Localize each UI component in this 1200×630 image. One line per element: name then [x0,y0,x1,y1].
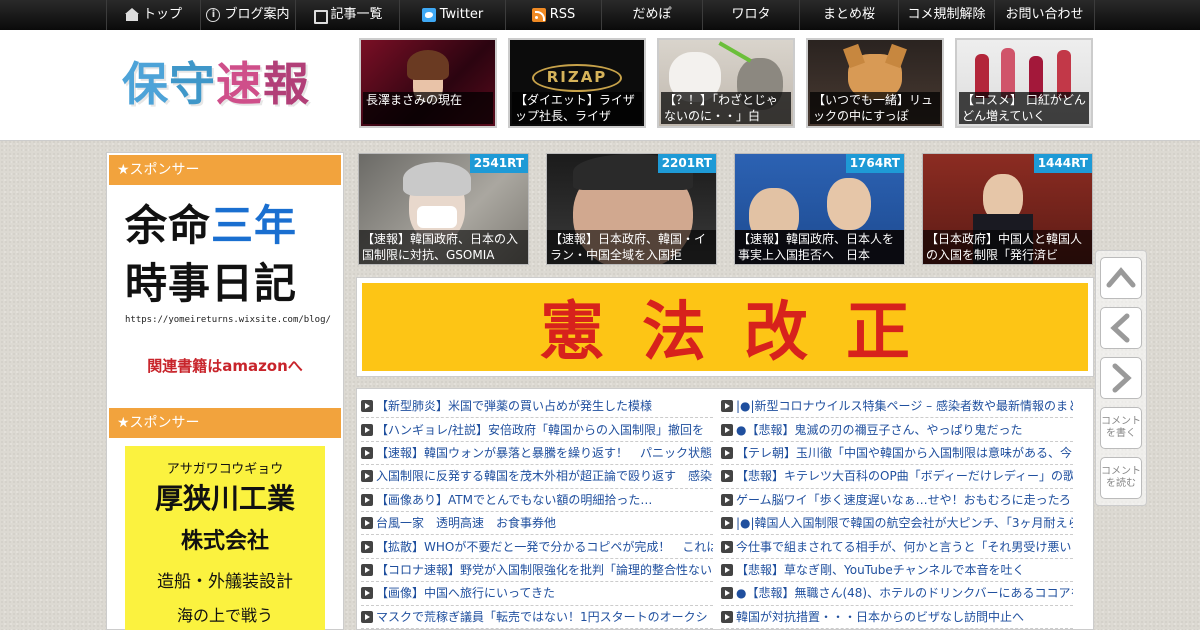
list-item[interactable]: マスクで荒稼ぎ議員「転売ではない！1円スタートのオークシ [361,606,713,629]
nav-item-article-list[interactable]: 記事一覧 [295,0,399,30]
sponsor-ad-asagawa[interactable]: アサガワコウギョウ 厚狭川工業 株式会社 造船・外艤装設計 海の上で戦う [125,446,325,630]
rt-count-badge: 1444RT [1033,154,1092,173]
arrow-bullet-icon [721,446,733,459]
article-list-right: |●|新型コロナウイルス特集ページ – 感染者数や最新情報のまと ●【悲報】鬼滅… [721,395,1073,629]
chevron-up-icon [1106,267,1136,288]
sponsor-ad-yomei[interactable]: 余命三年 時事日記 https://yomeireturns.wixsite.c… [125,197,331,376]
nav-item-blog-guide[interactable]: i ブログ案内 [200,0,295,30]
list-item[interactable]: ゲーム脳ワイ「歩く速度遅いなぁ…せや！おもむろに走ったろ [721,489,1073,512]
top-thumb[interactable]: 【いつでも一緒】リュックの中にすっぽ [806,38,944,128]
list-icon [312,8,329,24]
featured-article[interactable]: 2541RT 【速報】韓国政府、日本の入国制限に対抗、GSOMIA [358,153,529,265]
ad-url: https://yomeireturns.wixsite.com/blog/ [125,315,331,325]
list-item[interactable]: 【悲報】草なぎ剛、YouTubeチャンネルで本音を吐く [721,559,1073,583]
site-logo[interactable]: 保守速報 [122,56,310,112]
list-item[interactable]: 【テレ朝】玉川徹「中国や韓国から入国制限は意味がある、今こ [721,442,1073,466]
arrow-bullet-icon [361,587,373,600]
list-item[interactable]: 【コロナ速報】野党が入国制限強化を批判「論理的整合性ない [361,559,713,583]
arrow-bullet-icon [361,610,373,623]
amazon-link[interactable]: 関連書籍はamazonへ [125,355,325,376]
home-icon [124,8,139,22]
chevron-left-icon [1110,313,1130,343]
nav-item-twitter[interactable]: Twitter [399,0,505,30]
featured-articles: 2541RT 【速報】韓国政府、日本の入国制限に対抗、GSOMIA 2201RT… [358,153,1093,265]
list-item[interactable]: ●【悲報】鬼滅の刃の禰豆子さん、やっぱり鬼だった [721,418,1073,442]
rt-count-badge: 2541RT [469,154,528,173]
sidebar: ★スポンサー 余命三年 時事日記 https://yomeireturns.wi… [106,152,344,630]
list-item[interactable]: |●|韓国人入国制限で韓国の航空会社が大ピンチ、「3ヶ月耐えら [721,512,1073,536]
arrow-bullet-icon [361,540,373,553]
list-item[interactable]: 【ハンギョレ/社説】安倍政府「韓国からの入国制限」撤回を [361,418,713,442]
sponsor-heading: ★スポンサー [109,408,341,438]
arrow-bullet-icon [721,400,733,413]
featured-article[interactable]: 1764RT 【速報】韓国政府、日本人を事実上入国拒否へ 日本 [734,153,905,265]
arrow-bullet-icon [361,517,373,530]
sponsor-heading: ★スポンサー [109,155,341,185]
arrow-bullet-icon [361,446,373,459]
article-list-left: 【新型肺炎】米国で弾薬の買い占めが発生した模様 【ハンギョレ/社説】安倍政府「韓… [361,395,713,629]
nav-item-rss[interactable]: RSS [505,0,601,30]
arrow-bullet-icon [721,563,733,576]
top-nav: トップ i ブログ案内 記事一覧 Twitter RSS だめぽ ワロタ まとめ桜… [0,0,1200,30]
rt-count-badge: 2201RT [657,154,716,173]
top-thumbnail-strip: 長澤まさみの現在 RIZAP 【ダイエット】ライザップ社長、ライザ 【？！】「わ… [359,38,1093,128]
arrow-bullet-icon [721,423,733,436]
list-item[interactable]: 今仕事で組まされてる相手が、何かと言うと「それ男受け悪い [721,535,1073,559]
list-item[interactable]: 韓国が対抗措置・・・日本からのビザなし訪問中止へ [721,606,1073,629]
twitter-icon [421,8,436,22]
chevron-right-icon [1112,363,1132,393]
next-button[interactable] [1100,357,1142,399]
nav-item-top[interactable]: トップ [106,0,200,30]
list-item[interactable]: 【速報】韓国ウォンが暴落と暴騰を繰り返す！ パニック状態 [361,442,713,466]
featured-article[interactable]: 2201RT 【速報】日本政府、韓国・イラン・中国全域を入国拒 [546,153,717,265]
floating-action-bar: コメントを書く コメントを読む [1095,250,1147,506]
top-thumb[interactable]: 【？！】「わざとじゃないのに・・」白 [657,38,795,128]
top-thumb[interactable]: 【コスメ】 口紅がどんどん増えていく [955,38,1093,128]
featured-article[interactable]: 1444RT 【日本政府】中国人と韓国人の入国を制限「発行済ビ [922,153,1093,265]
nav-item-matome-sakura[interactable]: まとめ桜 [799,0,898,30]
arrow-bullet-icon [721,540,733,553]
nav-item-comment-unblock[interactable]: コメ規制解除 [898,0,994,30]
top-thumb[interactable]: 長澤まさみの現在 [359,38,497,128]
list-item[interactable]: 【悲報】キテレツ大百科のOP曲「ボディーだけレディー」の歌 [721,465,1073,489]
scroll-top-button[interactable] [1100,257,1142,299]
nav-item-damepo[interactable]: だめぽ [601,0,702,30]
list-item[interactable]: 【画像あり】ATMでとんでもない額の明細拾った… [361,489,713,512]
rt-count-badge: 1764RT [845,154,904,173]
arrow-bullet-icon [361,423,373,436]
list-item[interactable]: 【画像】中国へ旅行にいってきた [361,582,713,606]
read-comments-button[interactable]: コメントを読む [1100,457,1142,499]
list-item[interactable]: 【新型肺炎】米国で弾薬の買い占めが発生した模様 [361,395,713,419]
info-icon: i [206,8,221,22]
arrow-bullet-icon [361,563,373,576]
list-item[interactable]: 入国制限に反発する韓国を茂木外相が超正論で殴り返す 感染 [361,465,713,489]
arrow-bullet-icon [721,587,733,600]
constitution-banner[interactable]: 憲法改正 [356,277,1094,377]
article-lists: 【新型肺炎】米国で弾薬の買い占めが発生した模様 【ハンギョレ/社説】安倍政府「韓… [356,388,1094,630]
list-item[interactable]: 台風一家 透明高速 お食事券他 [361,512,713,536]
arrow-bullet-icon [361,400,373,413]
list-item[interactable]: |●|新型コロナウイルス特集ページ – 感染者数や最新情報のまと [721,395,1073,419]
write-comment-button[interactable]: コメントを書く [1100,407,1142,449]
rss-icon [531,8,546,22]
arrow-bullet-icon [721,610,733,623]
site-header: 保守速報 長澤まさみの現在 RIZAP 【ダイエット】ライザップ社長、ライザ 【… [0,30,1200,141]
previous-button[interactable] [1100,307,1142,349]
arrow-bullet-icon [361,493,373,506]
list-item[interactable]: ●【悲報】無職さん(48)、ホテルのドリンクバーにあるココアを [721,582,1073,606]
arrow-bullet-icon [721,493,733,506]
list-item[interactable]: 【拡散】WHOが不要だと一発で分かるコピペが完成！ これは [361,535,713,559]
arrow-bullet-icon [721,517,733,530]
arrow-bullet-icon [721,470,733,483]
top-thumb[interactable]: RIZAP 【ダイエット】ライザップ社長、ライザ [508,38,646,128]
banner-text: 憲法改正 [362,283,1088,371]
nav-item-contact[interactable]: お問い合わせ [994,0,1095,30]
arrow-bullet-icon [361,470,373,483]
nav-item-warota[interactable]: ワロタ [702,0,799,30]
